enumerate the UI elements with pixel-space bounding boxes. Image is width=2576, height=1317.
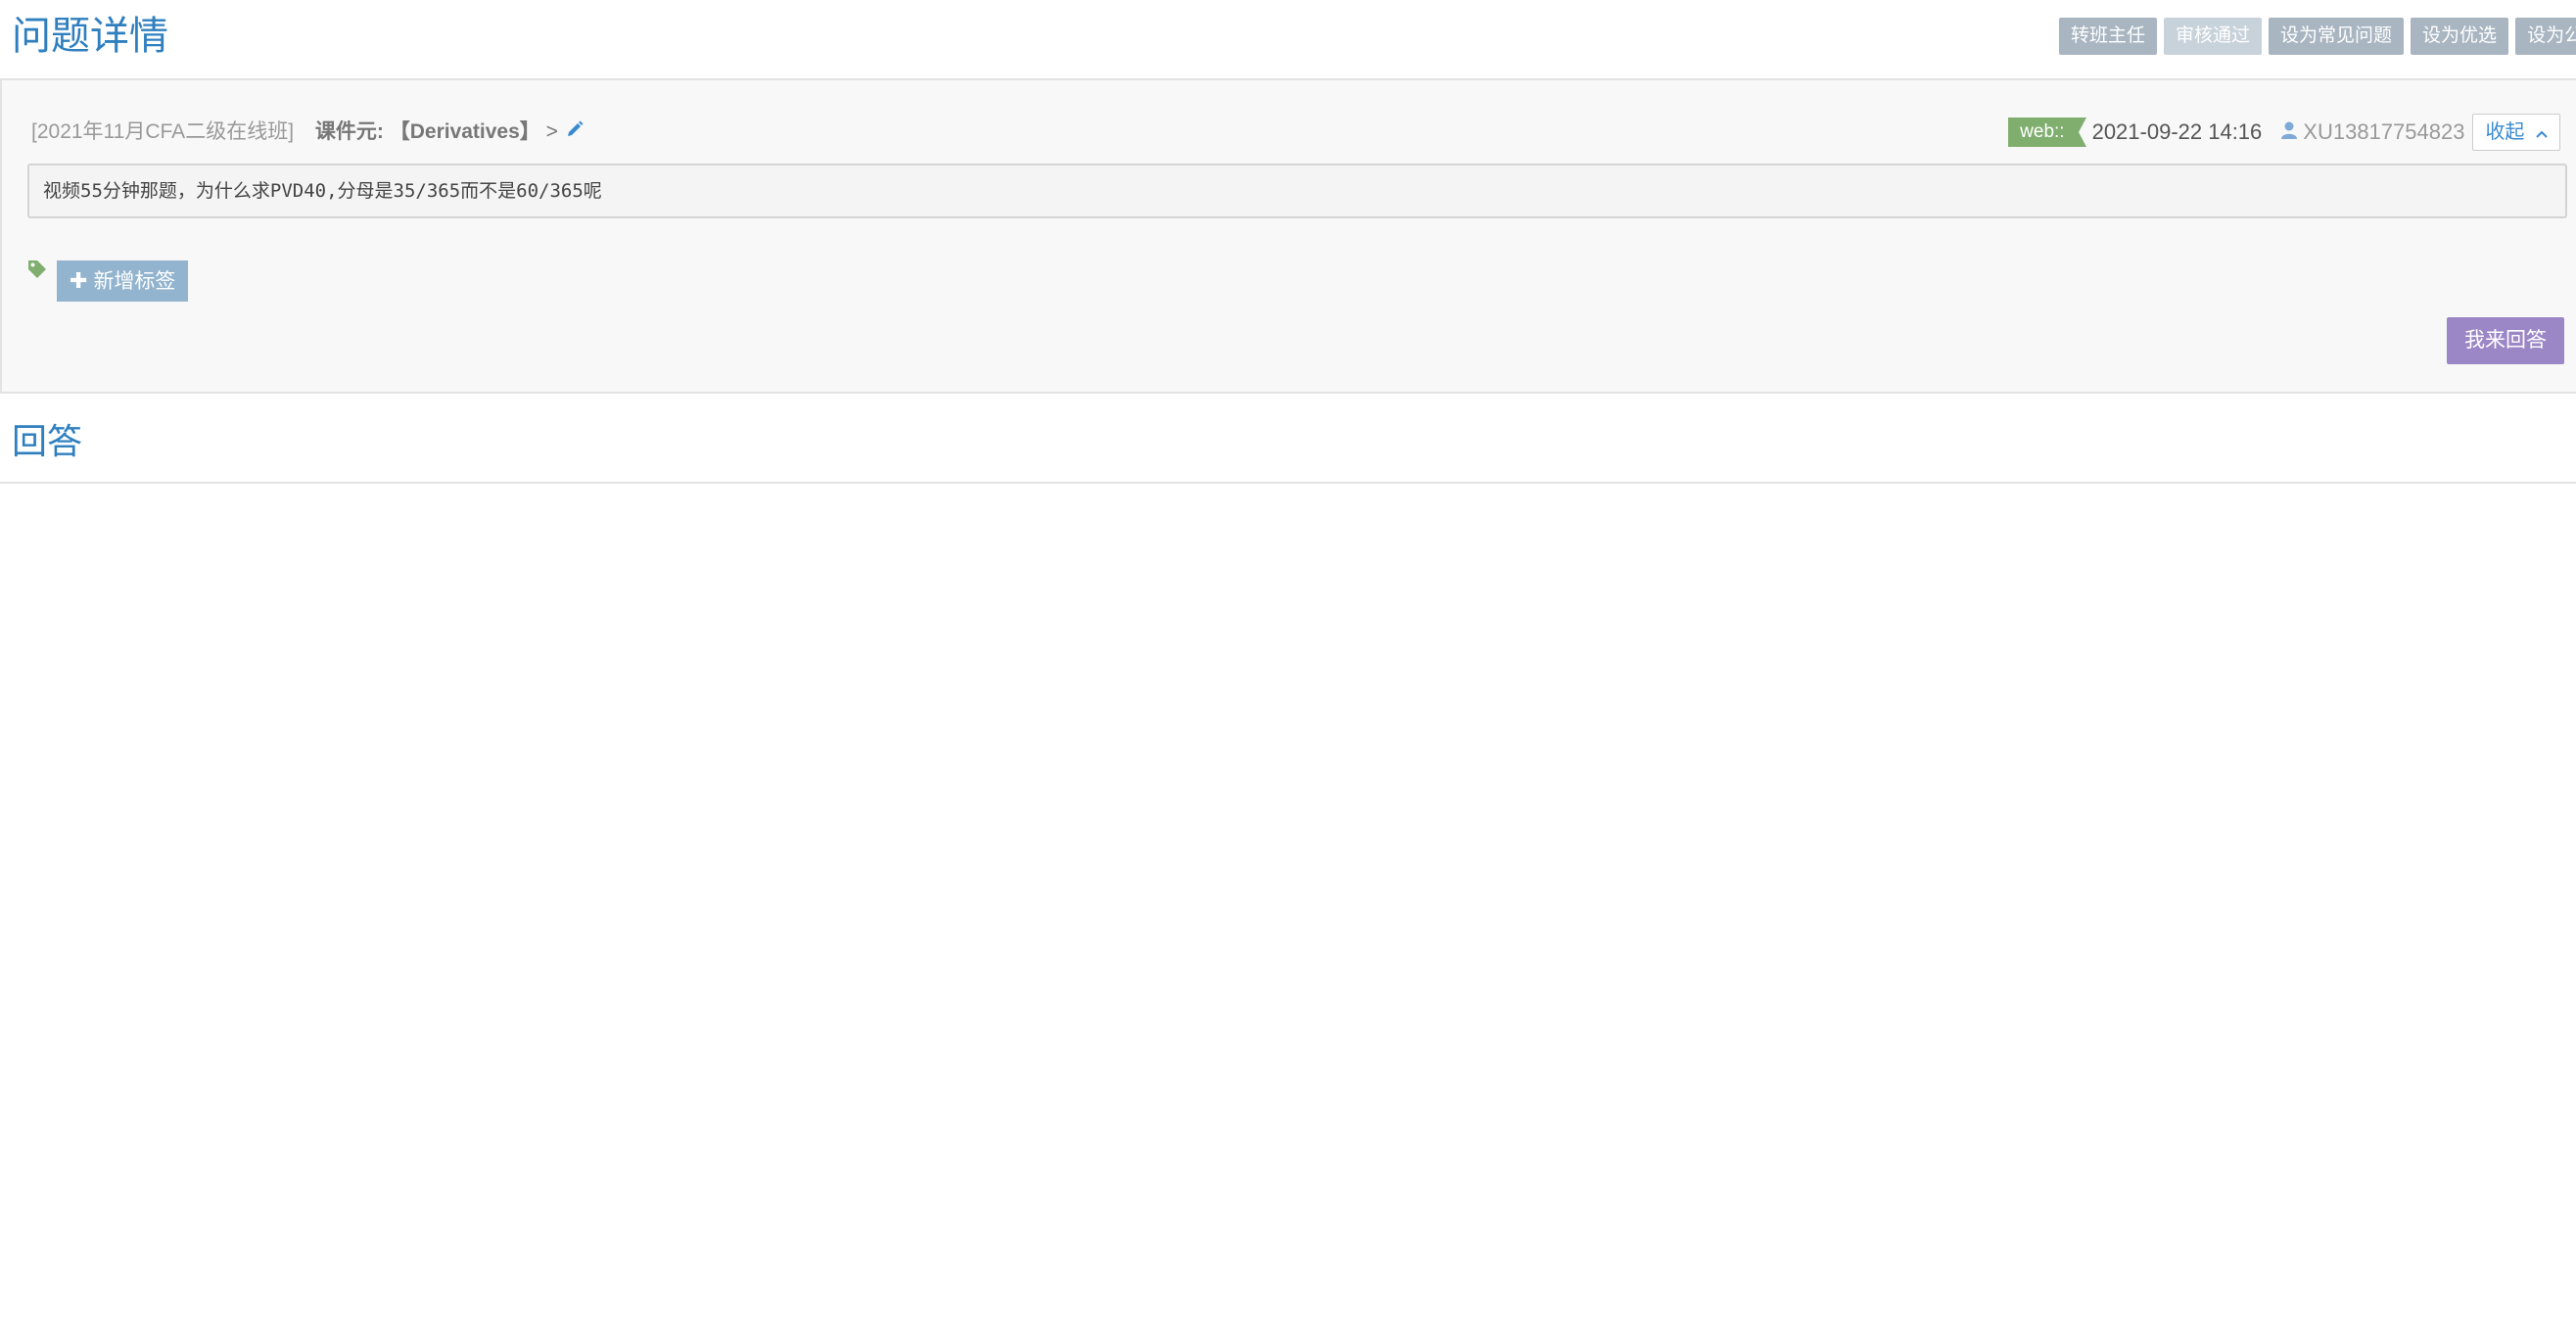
set-public-button[interactable]: 设为公开 <box>2515 18 2576 55</box>
course-info: [2021年11月CFA二级在线班] 课件元: 【Derivatives】 > <box>31 118 584 147</box>
collapse-label: 收起 <box>2485 121 2525 143</box>
chevron-up-icon <box>2536 116 2548 151</box>
edit-icon[interactable] <box>566 118 584 147</box>
approve-button[interactable]: 审核通过 <box>2164 18 2263 55</box>
page-title: 问题详情 <box>12 15 168 58</box>
user-icon <box>2281 121 2298 144</box>
tag-icon <box>27 259 47 284</box>
question-meta: web:: 2021-09-22 14:16 XU13817754823 收起 <box>2008 114 2560 151</box>
user-name[interactable]: XU13817754823 <box>2303 119 2464 145</box>
add-tag-label: 新增标签 <box>93 270 176 293</box>
question-panel: [2021年11月CFA二级在线班] 课件元: 【Derivatives】 > … <box>0 78 2576 394</box>
course-unit-label: 课件元: <box>314 120 384 143</box>
question-time: 2021-09-22 14:16 <box>2091 119 2263 144</box>
class-name: [2021年11月CFA二级在线班] <box>31 120 295 143</box>
transfer-to-head-teacher-button[interactable]: 转班主任 <box>2059 18 2158 55</box>
set-faq-button[interactable]: 设为常见问题 <box>2269 18 2405 55</box>
question-detail-page: 问题详情 转班主任 审核通过 设为常见问题 设为优选 设为公开 [2021年11… <box>0 0 2576 1317</box>
answers-divider <box>0 482 2576 484</box>
add-tag-button[interactable]: ✚ 新增标签 <box>57 260 189 302</box>
plus-icon: ✚ <box>70 268 88 293</box>
answer-button[interactable]: 我来回答 <box>2447 317 2564 364</box>
question-body: 视频55分钟那题，为什么求PVD40,分母是35/365而不是60/365呢 <box>27 164 2567 218</box>
set-featured-button[interactable]: 设为优选 <box>2411 18 2509 55</box>
course-unit-value: 【Derivatives】 <box>389 120 540 143</box>
course-unit-suffix: > <box>545 120 558 143</box>
collapse-button[interactable]: 收起 <box>2472 114 2560 151</box>
answers-title: 回答 <box>12 421 83 461</box>
source-badge: web:: <box>2008 118 2087 147</box>
action-toolbar: 转班主任 审核通过 设为常见问题 设为优选 设为公开 <box>2059 18 2576 55</box>
